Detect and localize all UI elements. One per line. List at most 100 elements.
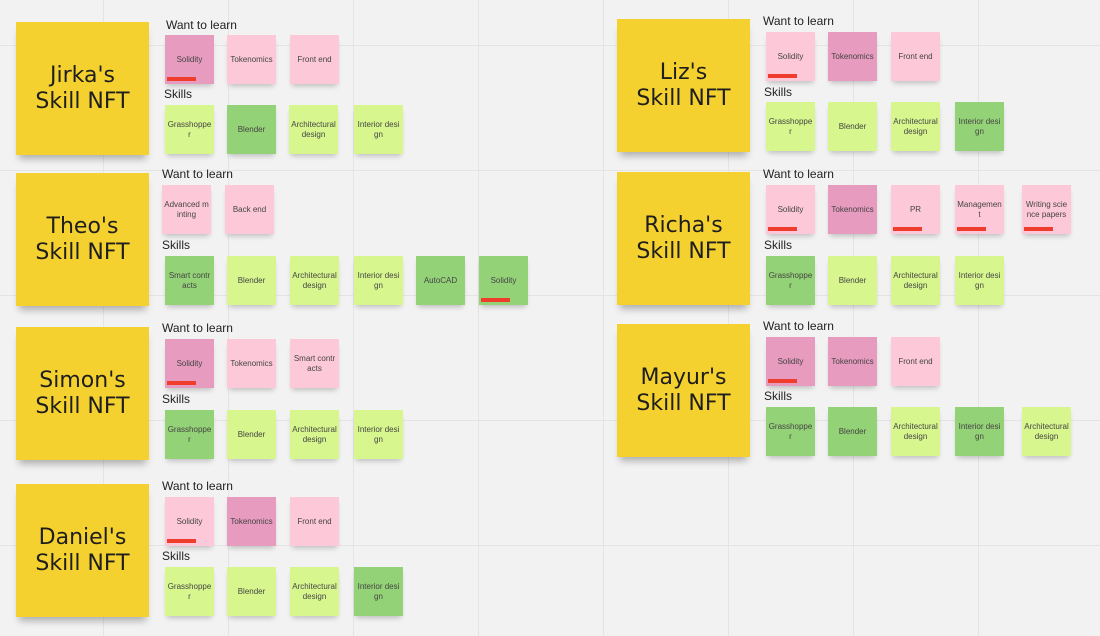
title-note-text: Simon's Skill NFT xyxy=(35,367,130,419)
title-note-text: Liz's Skill NFT xyxy=(636,59,731,111)
skills-label[interactable]: Skills xyxy=(162,392,190,406)
title-note-liz[interactable]: Liz's Skill NFT xyxy=(617,19,750,152)
want-note-tokenomics[interactable]: Tokenomics xyxy=(828,32,877,81)
skill-note-text: Interior design xyxy=(958,422,1001,441)
skill-note-solidity[interactable]: Solidity xyxy=(479,256,528,305)
want-to-learn-label[interactable]: Want to learn xyxy=(763,167,834,181)
skill-note-blender[interactable]: Blender xyxy=(828,102,877,151)
want-note-solidity[interactable]: Solidity xyxy=(165,497,214,546)
skill-note-text: Interior design xyxy=(357,120,400,139)
skill-note-architectural-design[interactable]: Architectural design xyxy=(891,256,940,305)
want-note-front-end[interactable]: Front end xyxy=(290,497,339,546)
skill-note-grasshopper[interactable]: Grasshopper xyxy=(165,105,214,154)
want-to-learn-label[interactable]: Want to learn xyxy=(162,479,233,493)
skill-note-interior-design[interactable]: Interior design xyxy=(354,105,403,154)
skills-label[interactable]: Skills xyxy=(764,85,792,99)
want-note-smart-contracts[interactable]: Smart contracts xyxy=(290,339,339,388)
skill-note-interior-design[interactable]: Interior design xyxy=(955,407,1004,456)
want-note-text: Front end xyxy=(898,356,933,366)
skill-note-interior-design[interactable]: Interior design xyxy=(955,256,1004,305)
want-note-text: PR xyxy=(909,204,922,214)
skill-note-text: Architectural design xyxy=(893,117,938,136)
want-note-solidity[interactable]: Solidity xyxy=(766,337,815,386)
skill-note-interior-design[interactable]: Interior design xyxy=(354,567,403,616)
skill-note-architectural-design[interactable]: Architectural design xyxy=(290,567,339,616)
skills-label[interactable]: Skills xyxy=(164,87,192,101)
want-note-solidity[interactable]: Solidity xyxy=(165,35,214,84)
skill-note-text: Grasshopper xyxy=(768,271,813,290)
want-note-solidity[interactable]: Solidity xyxy=(766,32,815,81)
skill-note-blender[interactable]: Blender xyxy=(227,410,276,459)
want-note-text: Smart contracts xyxy=(293,354,336,373)
want-note-text: Solidity xyxy=(777,51,804,61)
title-note-text: Theo's Skill NFT xyxy=(35,213,130,265)
skill-note-architectural-design[interactable]: Architectural design xyxy=(891,407,940,456)
skills-label[interactable]: Skills xyxy=(764,389,792,403)
skill-note-architectural-design[interactable]: Architectural design xyxy=(891,102,940,151)
want-note-tokenomics[interactable]: Tokenomics xyxy=(227,339,276,388)
skill-note-autocad[interactable]: AutoCAD xyxy=(416,256,465,305)
red-marker-bar xyxy=(768,227,797,231)
skill-note-grasshopper[interactable]: Grasshopper xyxy=(165,567,214,616)
want-note-text: Tokenomics xyxy=(230,516,273,526)
want-note-solidity[interactable]: Solidity xyxy=(165,339,214,388)
want-note-management[interactable]: Management xyxy=(955,185,1004,234)
whiteboard-canvas[interactable]: Jirka's Skill NFT Want to learn Skills Soli… xyxy=(0,0,1100,636)
title-note-richa[interactable]: Richa's Skill NFT xyxy=(617,172,750,305)
want-to-learn-label[interactable]: Want to learn xyxy=(763,319,834,333)
skill-note-text: Grasshopper xyxy=(167,582,212,601)
skill-note-text: Grasshopper xyxy=(167,425,212,444)
skill-note-text: Interior design xyxy=(958,271,1001,290)
title-note-text: Jirka's Skill NFT xyxy=(35,62,130,114)
title-note-daniel[interactable]: Daniel's Skill NFT xyxy=(16,484,149,617)
want-note-pr[interactable]: PR xyxy=(891,185,940,234)
want-note-tokenomics[interactable]: Tokenomics xyxy=(227,497,276,546)
want-note-tokenomics[interactable]: Tokenomics xyxy=(828,185,877,234)
skill-note-architectural-design[interactable]: Architectural design xyxy=(290,256,339,305)
skill-note-text: Interior design xyxy=(357,582,400,601)
skill-note-architectural-design[interactable]: Architectural design xyxy=(1022,407,1071,456)
skill-note-blender[interactable]: Blender xyxy=(828,256,877,305)
want-note-writing-science-papers[interactable]: Writing science papers xyxy=(1022,185,1071,234)
title-note-theo[interactable]: Theo's Skill NFT xyxy=(16,173,149,306)
skill-note-text: Architectural design xyxy=(1024,422,1069,441)
skill-note-interior-design[interactable]: Interior design xyxy=(354,410,403,459)
title-note-jirka[interactable]: Jirka's Skill NFT xyxy=(16,22,149,155)
want-note-solidity[interactable]: Solidity xyxy=(766,185,815,234)
want-note-advanced-minting[interactable]: Advanced minting xyxy=(162,185,211,234)
want-note-tokenomics[interactable]: Tokenomics xyxy=(828,337,877,386)
skills-label[interactable]: Skills xyxy=(162,549,190,563)
title-note-simon[interactable]: Simon's Skill NFT xyxy=(16,327,149,460)
want-to-learn-label[interactable]: Want to learn xyxy=(162,167,233,181)
skill-note-architectural-design[interactable]: Architectural design xyxy=(289,105,338,154)
skill-note-interior-design[interactable]: Interior design xyxy=(955,102,1004,151)
skill-note-text: Smart contracts xyxy=(168,271,211,290)
skill-note-grasshopper[interactable]: Grasshopper xyxy=(165,410,214,459)
skill-note-blender[interactable]: Blender xyxy=(227,567,276,616)
skill-note-architectural-design[interactable]: Architectural design xyxy=(290,410,339,459)
want-note-tokenomics[interactable]: Tokenomics xyxy=(227,35,276,84)
skill-note-blender[interactable]: Blender xyxy=(828,407,877,456)
want-to-learn-label[interactable]: Want to learn xyxy=(162,321,233,335)
skill-note-interior-design[interactable]: Interior design xyxy=(354,256,403,305)
skills-label[interactable]: Skills xyxy=(162,238,190,252)
skill-note-text: Blender xyxy=(838,426,867,436)
skill-note-grasshopper[interactable]: Grasshopper xyxy=(766,102,815,151)
skill-note-grasshopper[interactable]: Grasshopper xyxy=(766,407,815,456)
want-note-front-end[interactable]: Front end xyxy=(891,337,940,386)
want-note-front-end[interactable]: Front end xyxy=(290,35,339,84)
want-to-learn-label[interactable]: Want to learn xyxy=(166,18,237,32)
skill-note-text: AutoCAD xyxy=(423,275,458,285)
want-to-learn-label[interactable]: Want to learn xyxy=(763,14,834,28)
want-note-text: Solidity xyxy=(777,204,804,214)
skill-note-blender[interactable]: Blender xyxy=(227,105,276,154)
skills-label[interactable]: Skills xyxy=(764,238,792,252)
want-note-text: Tokenomics xyxy=(230,54,273,64)
red-marker-bar xyxy=(957,227,986,231)
skill-note-blender[interactable]: Blender xyxy=(227,256,276,305)
title-note-mayur[interactable]: Mayur's Skill NFT xyxy=(617,324,750,457)
want-note-front-end[interactable]: Front end xyxy=(891,32,940,81)
want-note-back-end[interactable]: Back end xyxy=(225,185,274,234)
skill-note-smart-contracts[interactable]: Smart contracts xyxy=(165,256,214,305)
skill-note-grasshopper[interactable]: Grasshopper xyxy=(766,256,815,305)
